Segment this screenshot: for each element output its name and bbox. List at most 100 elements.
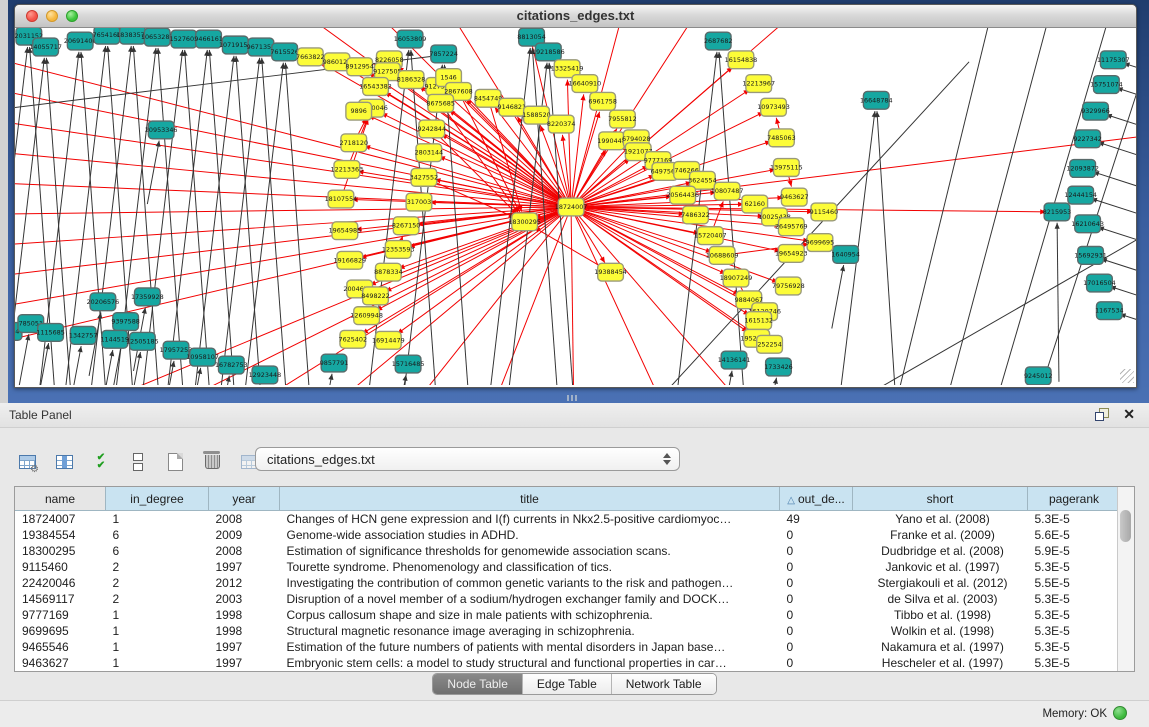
table-cell[interactable]: 0 bbox=[780, 639, 853, 655]
graph-node[interactable]: 1615132 bbox=[744, 312, 773, 330]
table-row[interactable]: 977716911998Corpus callosum shape and si… bbox=[15, 607, 1120, 623]
table-cell[interactable]: Disruption of a novel member of a sodium… bbox=[280, 591, 780, 607]
panel-splitter-handle[interactable] bbox=[567, 395, 579, 401]
table-cell[interactable]: 49 bbox=[780, 511, 853, 528]
graph-edge[interactable] bbox=[15, 207, 571, 358]
table-cell[interactable]: Stergiakouli et al. (2012) bbox=[853, 575, 1028, 591]
table-row[interactable]: 1456911722003Disruption of a novel membe… bbox=[15, 591, 1120, 607]
network-window[interactable]: citations_edges.txt 20311521405571720691… bbox=[14, 4, 1137, 388]
graph-node[interactable]: 16053809 bbox=[394, 30, 427, 48]
graph-node[interactable]: 8912954 bbox=[345, 58, 374, 76]
table-cell[interactable]: 5.3E-5 bbox=[1028, 639, 1121, 655]
graph-edge[interactable] bbox=[720, 371, 732, 385]
graph-node[interactable]: 10688609 bbox=[706, 247, 739, 265]
table-cell[interactable]: 14569117 bbox=[15, 591, 106, 607]
graph-edge[interactable] bbox=[158, 48, 185, 385]
graph-node[interactable]: 10653287 bbox=[141, 28, 174, 46]
table-cell[interactable]: Nakamura et al. (1997) bbox=[853, 639, 1028, 655]
table-cell[interactable]: Embryonic stem cells: a model to study s… bbox=[280, 655, 780, 671]
graph-edge[interactable] bbox=[1057, 223, 1059, 382]
table-cell[interactable]: 6 bbox=[106, 543, 209, 559]
graph-edge[interactable] bbox=[441, 103, 519, 213]
table-cell[interactable]: 1 bbox=[106, 511, 209, 528]
tab-network-table[interactable]: Network Table bbox=[612, 674, 716, 694]
graph-node[interactable]: 7955812 bbox=[608, 110, 637, 128]
graph-edge[interactable] bbox=[1093, 172, 1136, 188]
graph-node[interactable]: 15692931 bbox=[1074, 247, 1107, 265]
graph-edge[interactable] bbox=[1098, 227, 1136, 243]
table-cell[interactable]: 2009 bbox=[209, 527, 280, 543]
graph-node[interactable]: 12213967 bbox=[742, 75, 775, 93]
graph-node[interactable]: 19654985 bbox=[329, 222, 362, 240]
graph-node[interactable]: 17359928 bbox=[131, 288, 164, 306]
column-header-name[interactable]: name bbox=[15, 487, 106, 511]
graph-node[interactable]: 20953346 bbox=[145, 121, 178, 139]
table-cell[interactable]: 1997 bbox=[209, 639, 280, 655]
graph-node[interactable]: 19166829 bbox=[334, 251, 367, 269]
graph-node[interactable]: 19218586 bbox=[532, 43, 565, 61]
graph-edge[interactable] bbox=[1098, 142, 1136, 158]
graph-node[interactable]: 8220374 bbox=[547, 115, 576, 133]
table-scrollbar[interactable] bbox=[1117, 487, 1134, 671]
graph-node[interactable]: 8215953 bbox=[1043, 203, 1072, 221]
table-cell[interactable]: Changes of HCN gene expression and I(f) … bbox=[280, 511, 780, 528]
table-cell[interactable]: Jankovic et al. (1997) bbox=[853, 559, 1028, 575]
table-cell[interactable]: 2003 bbox=[209, 591, 280, 607]
graph-node[interactable]: 15720407 bbox=[694, 227, 727, 245]
table-cell[interactable]: 5.3E-5 bbox=[1028, 511, 1121, 528]
table-cell[interactable]: 1 bbox=[106, 655, 209, 671]
graph-node[interactable]: 9896 bbox=[346, 102, 372, 120]
graph-canvas[interactable]: 2031152140557172069140676541601838357110… bbox=[15, 28, 1136, 385]
graph-node[interactable]: 16154838 bbox=[725, 51, 758, 69]
table-cell[interactable]: 5.3E-5 bbox=[1028, 591, 1121, 607]
table-cell[interactable]: 5.5E-5 bbox=[1028, 575, 1121, 591]
graph-node[interactable]: 2803144 bbox=[415, 144, 444, 162]
table-cell[interactable]: 0 bbox=[780, 527, 853, 543]
graph-node[interactable]: 16210643 bbox=[1071, 215, 1104, 233]
table-cell[interactable]: 18300295 bbox=[15, 543, 106, 559]
graph-node[interactable]: 8186328 bbox=[397, 71, 426, 89]
table-row[interactable]: 946362711997Embryonic stem cells: a mode… bbox=[15, 655, 1120, 671]
graph-node[interactable]: 9857791 bbox=[320, 354, 349, 372]
table-cell[interactable]: Estimation of significance thresholds fo… bbox=[280, 543, 780, 559]
graph-node[interactable]: 13975115 bbox=[770, 159, 803, 177]
table-cell[interactable]: de Silva et al. (2003) bbox=[853, 591, 1028, 607]
graph-node[interactable]: 3427552 bbox=[410, 168, 439, 186]
graph-node[interactable]: 12505185 bbox=[126, 332, 159, 350]
graph-node[interactable]: 317003 bbox=[406, 193, 432, 211]
table-cell[interactable]: 2008 bbox=[209, 511, 280, 528]
table-cell[interactable]: 5.6E-5 bbox=[1028, 527, 1121, 543]
table-cell[interactable]: Franke et al. (2009) bbox=[853, 527, 1028, 543]
graph-node[interactable]: 9397588 bbox=[111, 313, 140, 331]
graph-node[interactable]: 12213363 bbox=[331, 161, 364, 179]
graph-node[interactable]: 18300295 bbox=[508, 213, 541, 231]
table-cell[interactable]: 0 bbox=[780, 655, 853, 671]
graph-node[interactable]: 16782753 bbox=[215, 356, 248, 374]
graph-node[interactable]: 12444154 bbox=[1064, 186, 1097, 204]
table-settings-icon[interactable]: ⚙ bbox=[14, 449, 40, 475]
graph-edge[interactable] bbox=[41, 207, 571, 385]
table-cell[interactable]: Corpus callosum shape and size in male p… bbox=[280, 607, 780, 623]
table-cell[interactable]: 1 bbox=[106, 639, 209, 655]
table-cell[interactable]: Tibbo et al. (1998) bbox=[853, 607, 1028, 623]
graph-edge[interactable] bbox=[69, 346, 81, 385]
graph-node[interactable]: 7663822 bbox=[296, 48, 325, 66]
graph-edge[interactable] bbox=[240, 63, 283, 385]
table-cell[interactable]: 22420046 bbox=[15, 575, 106, 591]
table-cell[interactable]: 2 bbox=[106, 591, 209, 607]
graph-node[interactable]: 17016504 bbox=[1083, 274, 1116, 292]
table-cell[interactable]: 0 bbox=[780, 559, 853, 575]
graph-node[interactable]: 18907249 bbox=[720, 269, 753, 287]
graph-node[interactable]: 1733426 bbox=[764, 358, 793, 376]
graph-node[interactable]: 9242844 bbox=[418, 120, 447, 138]
graph-node[interactable]: 16543382 bbox=[359, 78, 392, 96]
graph-node[interactable]: 20691406 bbox=[64, 32, 97, 50]
column-header-title[interactable]: title bbox=[280, 487, 780, 511]
table-cell[interactable]: 2012 bbox=[209, 575, 280, 591]
graph-edge[interactable] bbox=[15, 207, 571, 249]
graph-edge[interactable] bbox=[236, 56, 263, 385]
table-cell[interactable]: 2 bbox=[106, 575, 209, 591]
table-cell[interactable]: Investigating the contribution of common… bbox=[280, 575, 780, 591]
graph-edge[interactable] bbox=[832, 265, 844, 328]
table-row[interactable]: 1938455462009Genome-wide association stu… bbox=[15, 527, 1120, 543]
